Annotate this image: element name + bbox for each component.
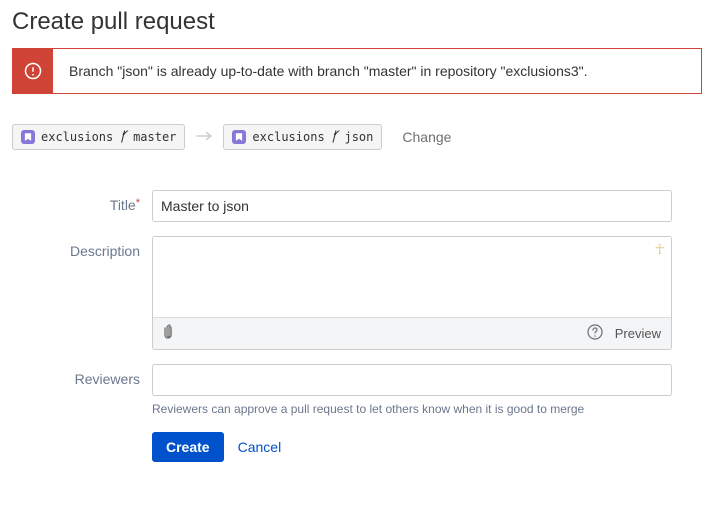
change-branches-link[interactable]: Change: [402, 129, 451, 145]
target-branch: json: [344, 130, 373, 144]
branch-icon: ᚶ: [119, 129, 127, 145]
reviewers-hint: Reviewers can approve a pull request to …: [152, 402, 672, 416]
source-repo: exclusions: [41, 130, 113, 144]
page-title: Create pull request: [12, 8, 702, 36]
branch-selector-row: exclusions ᚶ master exclusions ᚶ json Ch…: [12, 124, 702, 150]
preview-link[interactable]: Preview: [615, 326, 661, 341]
title-input[interactable]: [152, 190, 672, 222]
alert-banner: Branch "json" is already up-to-date with…: [12, 48, 702, 94]
target-repo: exclusions: [252, 130, 324, 144]
repo-icon: [21, 130, 35, 144]
ankh-icon: ☥: [655, 241, 665, 258]
source-branch: master: [133, 130, 176, 144]
reviewers-label: Reviewers: [12, 364, 152, 462]
description-label: Description: [12, 236, 152, 350]
alert-message: Branch "json" is already up-to-date with…: [53, 49, 604, 93]
arrow-icon: [195, 129, 213, 146]
repo-icon: [232, 130, 246, 144]
source-branch-pill[interactable]: exclusions ᚶ master: [12, 124, 185, 150]
alert-icon: [13, 49, 53, 93]
branch-icon: ᚶ: [331, 129, 339, 145]
help-icon[interactable]: [587, 324, 603, 343]
attachment-icon[interactable]: [163, 324, 177, 343]
create-button[interactable]: Create: [152, 432, 224, 462]
reviewers-input[interactable]: [152, 364, 672, 396]
description-textarea[interactable]: [153, 237, 671, 317]
target-branch-pill[interactable]: exclusions ᚶ json: [223, 124, 382, 150]
title-label: Title*: [12, 190, 152, 222]
cancel-button[interactable]: Cancel: [238, 439, 282, 455]
description-toolbar: Preview: [153, 317, 671, 349]
